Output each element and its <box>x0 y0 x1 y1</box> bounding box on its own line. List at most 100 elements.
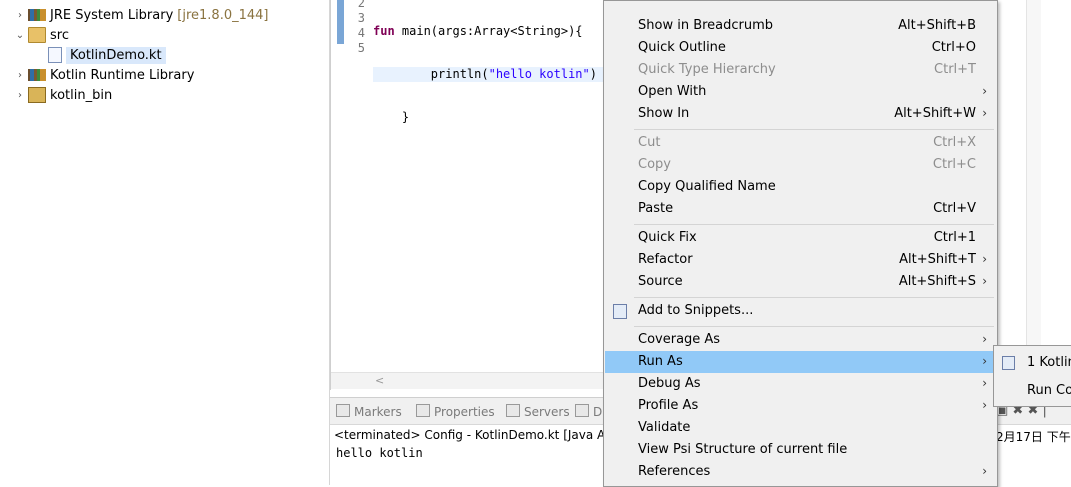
code-text: main(args:Array<String>){ <box>394 24 583 38</box>
menu-item-source[interactable]: Source Alt+Shift+S › <box>605 271 994 293</box>
collapse-arrow-icon[interactable]: ⌄ <box>12 30 28 41</box>
menu-item-shortcut: Ctrl+C <box>932 157 976 172</box>
menu-item-copy-qualified-name[interactable]: Copy Qualified Name <box>605 176 994 198</box>
menu-item-shortcut: Ctrl+V <box>933 201 976 216</box>
submenu-item-run-configurations[interactable]: Run Co <box>994 379 1071 401</box>
scroll-left-icon[interactable]: < <box>375 373 384 389</box>
tree-item-src[interactable]: ⌄ src <box>12 25 69 45</box>
snippet-icon <box>613 304 627 319</box>
menu-item-label: References <box>638 464 711 479</box>
submenu-arrow-icon: › <box>982 354 987 368</box>
kotlin-app-icon <box>1002 356 1015 370</box>
tab-properties[interactable]: Properties <box>416 404 495 419</box>
console-timestamp: 2月17日 下午 <box>996 430 1071 444</box>
library-icon <box>28 69 46 81</box>
menu-item-quick-type-hierarchy: Quick Type Hierarchy Ctrl+T <box>605 59 994 81</box>
menu-item-label: Quick Outline <box>638 40 726 55</box>
menu-item-label: Copy <box>638 157 671 172</box>
menu-item-coverage-as[interactable]: Coverage As › <box>605 329 994 351</box>
menu-item-label: Coverage As <box>638 332 721 347</box>
submenu-item-kotlin-application[interactable]: 1 Kotlin <box>994 351 1071 373</box>
library-icon <box>28 9 46 21</box>
menu-item-validate[interactable]: Validate <box>605 417 994 439</box>
menu-item-shortcut: Ctrl+O <box>931 40 976 55</box>
console-output: hello kotlin <box>336 446 423 460</box>
tab-data-source[interactable]: D <box>575 404 602 419</box>
folder-icon <box>28 27 46 43</box>
tab-markers[interactable]: Markers <box>336 404 402 419</box>
menu-item-label: Quick Fix <box>638 230 697 245</box>
menu-item-label: Cut <box>638 135 661 150</box>
menu-item-label: Add to Snippets... <box>638 303 754 318</box>
context-menu: Show in Breadcrumb Alt+Shift+B Quick Outl… <box>603 0 998 487</box>
menu-item-copy: Copy Ctrl+C <box>605 154 994 176</box>
package-explorer: › JRE System Library [jre1.8.0_144] ⌄ sr… <box>0 0 330 485</box>
expand-arrow-icon[interactable]: › <box>12 10 28 21</box>
submenu-item-label: Run Co <box>1027 383 1071 398</box>
line-number: 3 <box>357 11 365 25</box>
menu-item-view-psi-structure[interactable]: View Psi Structure of current file <box>605 439 994 461</box>
submenu-arrow-icon: › <box>982 398 987 412</box>
submenu-arrow-icon: › <box>982 376 987 390</box>
tab-servers[interactable]: Servers <box>506 404 570 419</box>
menu-separator <box>634 129 994 130</box>
bin-folder-icon <box>28 87 46 103</box>
tree-item-kotlindemo[interactable]: KotlinDemo.kt <box>48 45 166 65</box>
line-number: 4 <box>357 26 365 40</box>
menu-item-show-in-breadcrumb[interactable]: Show in Breadcrumb Alt+Shift+B <box>605 15 994 37</box>
submenu-arrow-icon: › <box>982 252 987 266</box>
menu-item-refactor[interactable]: Refactor Alt+Shift+T › <box>605 249 994 271</box>
menu-item-add-to-snippets[interactable]: Add to Snippets... <box>605 300 994 322</box>
menu-item-label: Source <box>638 274 683 289</box>
menu-item-label: Quick Type Hierarchy <box>638 62 776 77</box>
menu-item-shortcut: Ctrl+X <box>933 135 976 150</box>
menu-item-debug-as[interactable]: Debug As › <box>605 373 994 395</box>
console-process-header: <terminated> Config - KotlinDemo.kt [Jav… <box>334 428 613 442</box>
menu-item-shortcut: Alt+Shift+S <box>898 274 976 289</box>
menu-separator <box>634 326 994 327</box>
tab-label: Properties <box>434 405 495 419</box>
menu-item-quick-outline[interactable]: Quick Outline Ctrl+O <box>605 37 994 59</box>
markers-icon <box>336 404 350 417</box>
data-source-icon <box>575 404 589 417</box>
menu-item-paste[interactable]: Paste Ctrl+V <box>605 198 994 220</box>
tree-item-jre-system-library[interactable]: › JRE System Library [jre1.8.0_144] <box>12 5 268 25</box>
menu-item-label: Profile As <box>638 398 699 413</box>
run-as-submenu: 1 Kotlin Run Co <box>993 345 1071 407</box>
kotlin-file-icon <box>48 47 62 63</box>
menu-item-show-in[interactable]: Show In Alt+Shift+W › <box>605 103 994 125</box>
tab-label: Servers <box>524 405 570 419</box>
menu-item-label: Show In <box>638 106 690 121</box>
menu-item-shortcut: Alt+Shift+W <box>894 106 976 121</box>
expand-arrow-icon[interactable]: › <box>12 70 28 81</box>
menu-item-label: Paste <box>638 201 674 216</box>
menu-item-label: Show in Breadcrumb <box>638 18 774 33</box>
menu-item-shortcut: Alt+Shift+B <box>898 18 976 33</box>
code-text: println( <box>373 67 489 81</box>
menu-item-open-with[interactable]: Open With › <box>605 81 994 103</box>
menu-item-cut: Cut Ctrl+X <box>605 132 994 154</box>
change-marker-bar <box>337 0 344 44</box>
submenu-item-label: 1 Kotlin <box>1027 355 1071 370</box>
menu-item-quick-fix[interactable]: Quick Fix Ctrl+1 <box>605 227 994 249</box>
menu-item-references[interactable]: References › <box>605 461 994 483</box>
submenu-arrow-icon: › <box>982 84 987 98</box>
vertical-scrollbar[interactable] <box>1026 0 1041 390</box>
line-number-gutter: 2 3 4 5 <box>345 0 369 370</box>
menu-separator <box>634 224 994 225</box>
expand-arrow-icon[interactable]: › <box>12 90 28 101</box>
tree-item-label: KotlinDemo.kt <box>66 46 166 64</box>
tree-item-kotlin-runtime-library[interactable]: › Kotlin Runtime Library <box>12 65 194 85</box>
menu-item-label: Debug As <box>638 376 701 391</box>
code-text: } <box>373 110 410 124</box>
submenu-arrow-icon: › <box>982 106 987 120</box>
tree-item-label: Kotlin Runtime Library <box>50 67 195 83</box>
properties-icon <box>416 404 430 417</box>
menu-item-run-as[interactable]: Run As › <box>605 351 994 373</box>
menu-item-label: View Psi Structure of current file <box>638 442 848 457</box>
tree-item-kotlin-bin[interactable]: › kotlin_bin <box>12 85 112 105</box>
tab-label: D <box>593 405 603 419</box>
menu-item-label: Open With <box>638 84 707 99</box>
menu-item-profile-as[interactable]: Profile As › <box>605 395 994 417</box>
submenu-arrow-icon: › <box>982 274 987 288</box>
